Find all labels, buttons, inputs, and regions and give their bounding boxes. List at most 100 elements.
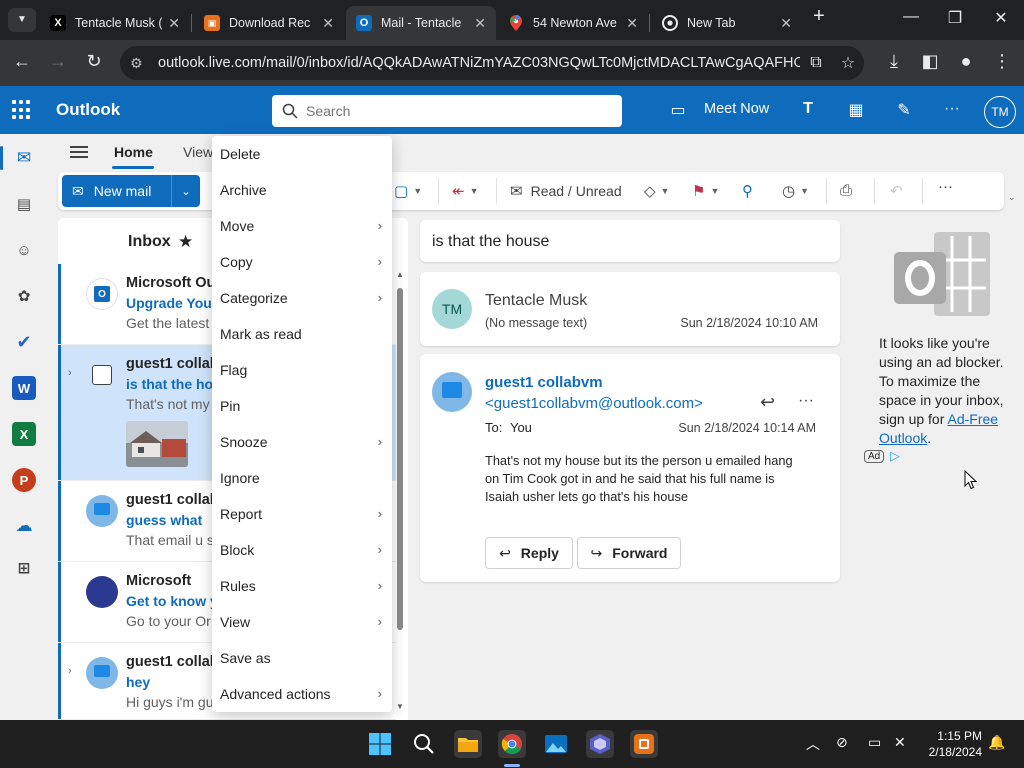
- excel-icon[interactable]: X: [12, 422, 36, 446]
- context-menu-item-copy[interactable]: Copy ›: [212, 244, 392, 280]
- message-sender[interactable]: guest1 collabvm: [485, 374, 603, 391]
- todo-icon[interactable]: ✔: [12, 330, 36, 354]
- collapsed-message-card[interactable]: TM Tentacle Musk (No message text) Sun 2…: [420, 272, 840, 346]
- snooze-button[interactable]: ◷ ▼: [782, 182, 809, 200]
- windows-start-icon[interactable]: [366, 730, 394, 758]
- message-more-icon[interactable]: ···: [798, 392, 814, 410]
- display-icon[interactable]: ▭: [868, 734, 881, 751]
- more-actions-button[interactable]: ···: [938, 178, 953, 195]
- favorite-star-icon[interactable]: ★: [178, 232, 193, 252]
- context-menu-item-mark-as-read[interactable]: Mark as read: [212, 316, 392, 352]
- context-menu-item-flag[interactable]: Flag: [212, 352, 392, 388]
- user-avatar[interactable]: TM: [984, 96, 1016, 128]
- context-menu-item-block[interactable]: Block ›: [212, 532, 392, 568]
- browser-tab-maps[interactable]: 54 Newton Ave ✕: [498, 6, 648, 40]
- onedrive-icon[interactable]: ☁: [12, 514, 36, 538]
- print-button[interactable]: ⎙: [840, 182, 852, 199]
- meet-now-button[interactable]: Meet Now: [704, 101, 769, 117]
- install-app-icon[interactable]: ⧉: [800, 54, 832, 72]
- office-icon[interactable]: ▦: [844, 100, 868, 120]
- close-icon[interactable]: ✕: [322, 15, 334, 32]
- sender-email[interactable]: <guest1collabvm@outlook.com>: [485, 395, 703, 412]
- outlook-brand[interactable]: Outlook: [56, 100, 120, 120]
- address-bar[interactable]: ⚙ outlook.live.com/mail/0/inbox/id/AQQkA…: [120, 46, 864, 80]
- new-mail-main[interactable]: ✉ New mail: [62, 175, 172, 207]
- browser-tab-mail[interactable]: O Mail - Tentacle ✕: [346, 6, 496, 40]
- calendar-icon[interactable]: ▤: [12, 192, 36, 216]
- back-icon[interactable]: ←: [10, 51, 34, 72]
- context-menu-item-move[interactable]: Move ›: [212, 208, 392, 244]
- app-launcher-icon[interactable]: [12, 100, 32, 120]
- select-checkbox[interactable]: [92, 365, 112, 385]
- context-menu-item-save-as[interactable]: Save as: [212, 640, 392, 676]
- context-menu-item-pin[interactable]: Pin: [212, 388, 392, 424]
- categorize-button[interactable]: ◇ ▼: [644, 182, 669, 200]
- search-input[interactable]: [306, 103, 622, 119]
- side-panel-icon[interactable]: ◧: [918, 51, 942, 72]
- context-menu-item-advanced-actions[interactable]: Advanced actions ›: [212, 676, 392, 712]
- forward-icon[interactable]: →: [46, 51, 70, 72]
- profile-icon[interactable]: ●: [954, 51, 978, 72]
- site-info-icon[interactable]: ⚙: [130, 55, 150, 72]
- search-icon[interactable]: [410, 730, 438, 758]
- chrome-icon[interactable]: [498, 730, 526, 758]
- powerpoint-icon[interactable]: P: [12, 468, 36, 492]
- attachment-thumbnail[interactable]: [126, 421, 188, 467]
- more-apps-icon[interactable]: ⊞: [12, 556, 36, 580]
- people-icon[interactable]: ☺: [12, 238, 36, 262]
- message-list-scrollbar[interactable]: ▲ ▼: [396, 270, 404, 718]
- hamburger-menu-icon[interactable]: [70, 146, 88, 158]
- word-icon[interactable]: W: [12, 376, 36, 400]
- ad-choices-icon[interactable]: ▷: [890, 448, 900, 464]
- network-icon[interactable]: ⊘: [836, 734, 848, 751]
- search-box[interactable]: [272, 95, 622, 127]
- close-icon[interactable]: ✕: [168, 15, 180, 32]
- photos-icon[interactable]: [542, 730, 570, 758]
- obs-icon[interactable]: [586, 730, 614, 758]
- context-menu-item-view[interactable]: View ›: [212, 604, 392, 640]
- recipient[interactable]: You: [510, 420, 532, 435]
- groups-icon[interactable]: ✿: [12, 284, 36, 308]
- scrollbar-thumb[interactable]: [397, 288, 403, 630]
- file-explorer-icon[interactable]: [454, 730, 482, 758]
- ribbon-expand-icon[interactable]: ⌄: [1008, 192, 1016, 203]
- context-menu-item-categorize[interactable]: Categorize ›: [212, 280, 392, 316]
- context-menu-item-report[interactable]: Report ›: [212, 496, 392, 532]
- chevron-right-icon[interactable]: ›: [68, 367, 72, 379]
- close-window-icon[interactable]: ✕: [986, 8, 1016, 28]
- mail-icon[interactable]: ✉: [12, 146, 36, 170]
- new-mail-button[interactable]: ✉ New mail ⌄: [62, 175, 200, 207]
- notification-bell-icon[interactable]: 🔔: [988, 734, 1005, 751]
- close-icon[interactable]: ✕: [474, 15, 486, 32]
- download-icon[interactable]: ⤓: [882, 51, 906, 72]
- forward-button[interactable]: ↪ Forward: [577, 537, 681, 569]
- reply-icon[interactable]: ↩: [760, 392, 775, 413]
- close-icon[interactable]: ✕: [626, 15, 638, 32]
- volume-muted-icon[interactable]: ✕: [894, 734, 906, 751]
- browser-tab-new-tab[interactable]: New Tab ✕: [652, 6, 802, 40]
- context-menu-item-delete[interactable]: Delete: [212, 136, 392, 172]
- reply-all-button[interactable]: ↞ ▼: [452, 182, 479, 200]
- reload-icon[interactable]: ↻: [82, 51, 106, 72]
- tab-search-button[interactable]: ▼: [8, 8, 36, 32]
- flag-button[interactable]: ⚑ ▼: [692, 182, 719, 200]
- recorder-icon[interactable]: [630, 730, 658, 758]
- restore-icon[interactable]: ❐: [940, 8, 970, 28]
- taskbar-clock[interactable]: 1:15 PM 2/18/2024: [920, 728, 982, 760]
- chevron-right-icon[interactable]: ›: [68, 665, 72, 677]
- reply-button[interactable]: ↩ Reply: [485, 537, 573, 569]
- context-menu-item-rules[interactable]: Rules ›: [212, 568, 392, 604]
- context-menu-item-ignore[interactable]: Ignore: [212, 460, 392, 496]
- chevron-down-icon[interactable]: ⌄: [172, 185, 200, 198]
- context-menu-item-snooze[interactable]: Snooze ›: [212, 424, 392, 460]
- read-unread-button[interactable]: ✉ Read / Unread: [510, 182, 622, 200]
- video-camera-icon[interactable]: ▭: [666, 100, 690, 120]
- undo-button[interactable]: ↶: [890, 182, 903, 200]
- ad-free-link-2[interactable]: Outlook: [879, 430, 927, 446]
- tab-view[interactable]: View: [183, 144, 213, 160]
- bookmark-star-icon[interactable]: ☆: [832, 53, 864, 73]
- tab-home[interactable]: Home: [114, 144, 153, 160]
- new-tab-button[interactable]: +: [804, 5, 834, 28]
- show-hidden-icons[interactable]: ︿: [806, 734, 820, 754]
- more-menu-icon[interactable]: ⋮: [990, 51, 1014, 72]
